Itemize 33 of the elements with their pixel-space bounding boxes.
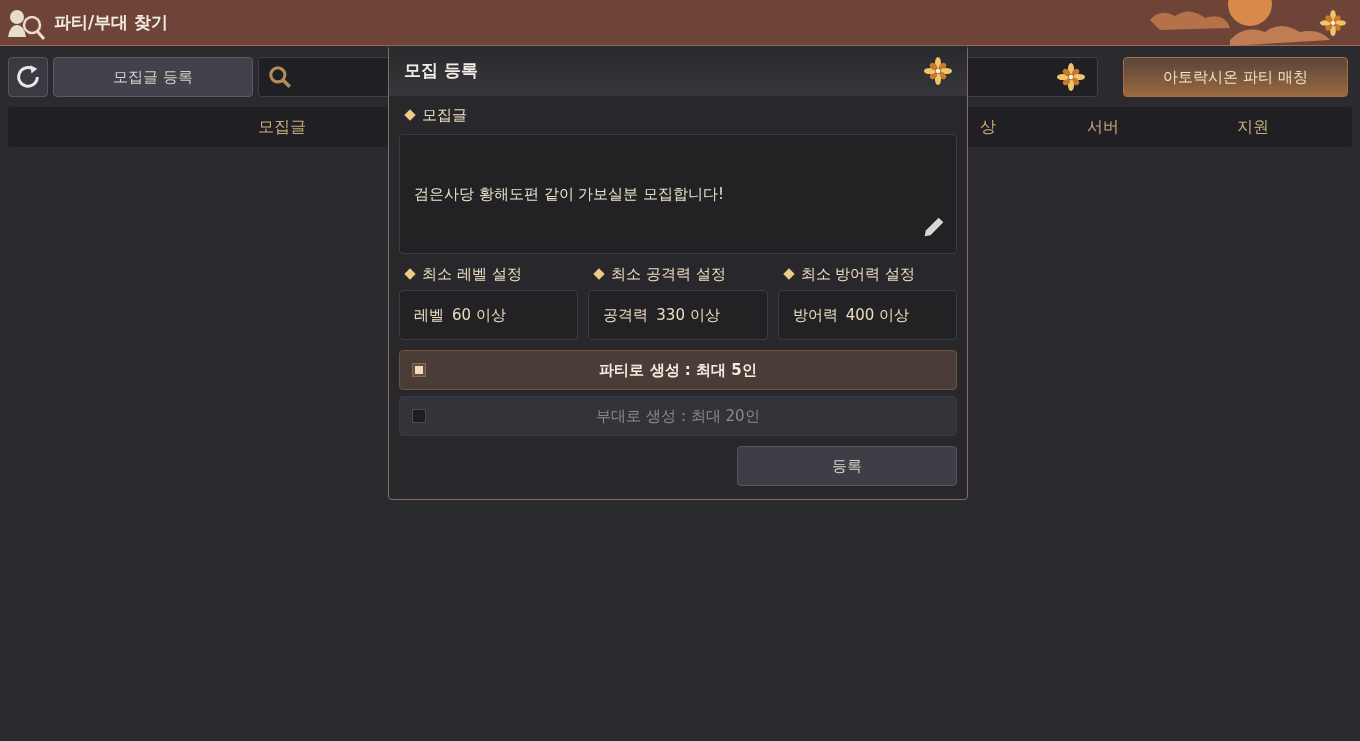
- requirement-field[interactable]: 공격력 330 이상: [588, 290, 768, 340]
- requirement-value: 400 이상: [845, 304, 910, 326]
- requirement-label: 최소 방어력 설정: [800, 263, 916, 285]
- search-icon: [267, 64, 293, 90]
- requirement-name: 레벨: [414, 304, 444, 326]
- register-post-button[interactable]: 모집글 등록: [53, 57, 253, 97]
- column-header: 서버: [1087, 116, 1119, 138]
- option-label: 부대로 생성 : 최대 20인: [595, 405, 761, 427]
- refresh-button[interactable]: [8, 57, 48, 97]
- group-type-option[interactable]: 부대로 생성 : 최대 20인: [399, 396, 957, 436]
- requirement-field[interactable]: 방어력 400 이상: [777, 290, 957, 340]
- section-label: 모집글: [422, 104, 467, 126]
- requirement-name: 공격력: [603, 304, 649, 326]
- refresh-icon: [14, 63, 42, 91]
- requirement-label: 최소 레벨 설정: [422, 263, 522, 285]
- dialog-title: 모집 등록: [404, 59, 478, 83]
- post-text: 검은사당 황해도편 같이 가보실분 모집합니다!: [414, 183, 725, 205]
- column-header: 지원: [1237, 116, 1269, 138]
- requirement-value: 330 이상: [656, 304, 720, 326]
- radio-box[interactable]: [412, 409, 426, 423]
- column-header: 모집글: [258, 116, 306, 138]
- requirement-value: 60 이상: [452, 304, 506, 326]
- option-label: 파티로 생성 : 최대 5인: [598, 359, 758, 381]
- submit-button[interactable]: 등록: [737, 446, 957, 486]
- window-title: 파티/부대 찾기: [54, 10, 169, 34]
- column-header: 상: [980, 116, 996, 138]
- post-text-field[interactable]: 검은사당 황해도편 같이 가보실분 모집합니다!: [399, 134, 957, 254]
- requirement-field[interactable]: 레벨 60 이상: [399, 290, 579, 340]
- match-button[interactable]: 아토락시온 파티 매칭: [1123, 57, 1348, 97]
- requirement-name: 방어력: [792, 304, 838, 326]
- group-type-option[interactable]: 파티로 생성 : 최대 5인: [399, 350, 957, 390]
- requirement-label: 최소 공격력 설정: [611, 263, 726, 285]
- radio-box[interactable]: [412, 363, 426, 377]
